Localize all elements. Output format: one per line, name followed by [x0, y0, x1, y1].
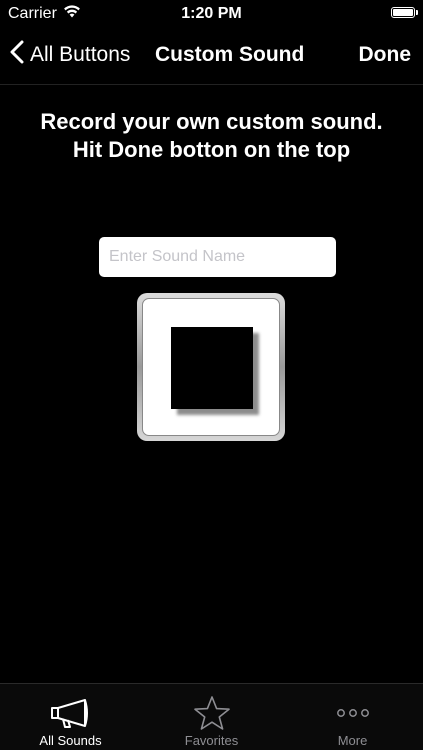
record-stop-button[interactable]: [137, 293, 285, 441]
chevron-left-icon: [10, 40, 24, 70]
tab-favorites[interactable]: Favorites: [141, 684, 282, 750]
back-button[interactable]: All Buttons: [10, 40, 130, 70]
tab-label: All Sounds: [39, 733, 102, 748]
megaphone-icon: [49, 695, 93, 731]
sound-name-input[interactable]: [99, 237, 336, 277]
status-bar: Carrier 1:20 PM: [0, 0, 423, 30]
done-button[interactable]: Done: [359, 43, 412, 67]
tab-label: Favorites: [184, 733, 239, 748]
star-icon: [190, 695, 234, 731]
stop-icon: [171, 327, 253, 409]
tab-all-sounds[interactable]: All Sounds: [0, 684, 141, 750]
custom-sound-screen: Carrier 1:20 PM All Buttons Custom Sound…: [0, 0, 423, 750]
tab-bar: All Sounds Favorites More: [0, 683, 423, 750]
tab-more[interactable]: More: [282, 684, 423, 750]
record-button-face: [142, 298, 280, 436]
back-button-label: All Buttons: [30, 43, 131, 66]
instruction-text: Record your own custom sound. Hit Done b…: [40, 109, 383, 162]
battery-icon: [391, 7, 418, 18]
more-icon: [331, 695, 375, 731]
status-right: [391, 7, 418, 18]
navigation-bar: All Buttons Custom Sound Done: [0, 30, 423, 85]
tab-label: More: [337, 733, 368, 748]
page-title: Custom Sound: [155, 43, 305, 66]
status-time: 1:20 PM: [181, 5, 242, 22]
